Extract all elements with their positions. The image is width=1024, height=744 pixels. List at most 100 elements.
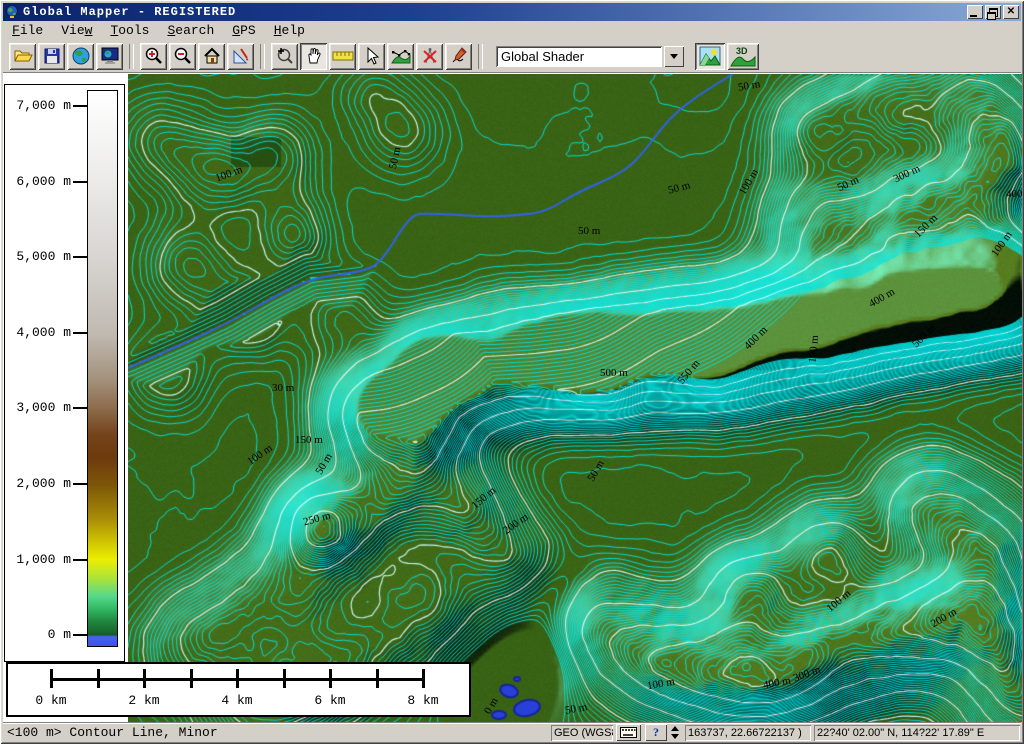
zoom-tool-icon bbox=[275, 46, 295, 66]
close-button[interactable]: ✕ bbox=[1003, 5, 1019, 19]
scalebar-tick bbox=[190, 669, 193, 688]
menu-item-tools[interactable]: Tools bbox=[101, 22, 158, 39]
toolbar: Global Shader 3D bbox=[3, 40, 1021, 73]
keyboard-icon bbox=[620, 727, 637, 738]
shader-dropdown[interactable]: Global Shader bbox=[496, 46, 662, 67]
contour-label: 100 m bbox=[807, 335, 821, 364]
legend-tick-mark bbox=[73, 407, 88, 409]
coordinate-spinner[interactable] bbox=[671, 726, 679, 739]
gps-button[interactable] bbox=[416, 43, 443, 70]
contour-label: 50 m bbox=[578, 225, 600, 237]
elevation-colorbar bbox=[87, 90, 118, 647]
status-bar: <100 m> Contour Line, Minor GEO (WGS84 ?… bbox=[3, 722, 1021, 742]
status-projection: GEO (WGS84 bbox=[551, 725, 613, 741]
menu-item-gps[interactable]: GPS bbox=[223, 22, 264, 39]
scalebar-label: 8 km bbox=[393, 693, 453, 708]
floppy-icon bbox=[43, 47, 61, 65]
pan-hand-icon bbox=[304, 46, 324, 66]
gps-antenna-x-icon bbox=[420, 46, 440, 66]
legend-tick-mark bbox=[73, 181, 88, 183]
close-icon: ✕ bbox=[1007, 7, 1015, 17]
setsquare-pencil-icon bbox=[231, 46, 251, 66]
legend-tick-label: 7,000 m bbox=[7, 98, 71, 113]
contour-label: 500 m bbox=[600, 367, 628, 379]
scalebar-tick bbox=[143, 669, 146, 688]
help-button[interactable]: ? bbox=[645, 724, 667, 741]
measure-draw-button[interactable] bbox=[227, 43, 254, 70]
status-latlon: 22?40' 02.00" N, 114?22' 17.89" E bbox=[814, 725, 1020, 741]
scalebar-tick bbox=[50, 669, 53, 688]
menu-item-help[interactable]: Help bbox=[265, 22, 314, 39]
terrain-canvas[interactable] bbox=[128, 74, 1022, 722]
scalebar-label: 0 km bbox=[21, 693, 81, 708]
world-button[interactable] bbox=[67, 43, 94, 70]
toolbar-separator bbox=[478, 44, 483, 69]
save-button[interactable] bbox=[38, 43, 65, 70]
contour-label: 150 m bbox=[295, 434, 323, 446]
help-icon: ? bbox=[653, 725, 659, 740]
legend-tick-label: 5,000 m bbox=[7, 249, 71, 264]
toolbar-separator bbox=[129, 44, 134, 69]
scalebar-tick bbox=[329, 669, 332, 688]
legend-tick-label: 2,000 m bbox=[7, 476, 71, 491]
keyboard-button[interactable] bbox=[616, 724, 641, 741]
menu-item-file[interactable]: File bbox=[3, 22, 52, 39]
scalebar-tick bbox=[422, 669, 425, 688]
zoom-out-icon bbox=[173, 46, 193, 66]
spin-up-icon bbox=[671, 726, 679, 731]
elevation-legend: 7,000 m6,000 m5,000 m4,000 m3,000 m2,000… bbox=[4, 84, 125, 662]
scalebar-label: 2 km bbox=[114, 693, 174, 708]
legend-tick-label: 1,000 m bbox=[7, 552, 71, 567]
pointer-tool-button[interactable] bbox=[358, 43, 385, 70]
measure-tool-button[interactable] bbox=[329, 43, 356, 70]
status-coordinates: 163737, 22.66722137 ) bbox=[685, 725, 811, 741]
legend-tick-label: 4,000 m bbox=[7, 325, 71, 340]
legend-tick-mark bbox=[73, 559, 88, 561]
minimize-button[interactable] bbox=[967, 5, 983, 19]
3d-view-button[interactable]: 3D bbox=[727, 43, 759, 70]
restore-button[interactable] bbox=[985, 5, 1001, 19]
image-display-icon bbox=[699, 46, 721, 66]
3d-view-icon: 3D bbox=[730, 45, 756, 67]
scalebar-tick bbox=[236, 669, 239, 688]
scalebar-tick bbox=[97, 669, 100, 688]
map-view[interactable]: 100 m50 m50 m50 m50 m100 m30 m100 m150 m… bbox=[128, 74, 1022, 722]
digitizer-pencil-icon bbox=[449, 46, 469, 66]
path-profile-icon bbox=[391, 46, 411, 66]
legend-tick-mark bbox=[73, 105, 88, 107]
toolbar-separator bbox=[260, 44, 265, 69]
legend-tick-label: 3,000 m bbox=[7, 400, 71, 415]
arrow-cursor-icon bbox=[363, 46, 381, 66]
zoom-in-button[interactable] bbox=[140, 43, 167, 70]
shader-dropdown-button[interactable] bbox=[664, 46, 684, 67]
svg-text:3D: 3D bbox=[736, 46, 748, 56]
zoom-in-icon bbox=[144, 46, 164, 66]
legend-tick-label: 0 m bbox=[7, 627, 71, 642]
chevron-down-icon bbox=[670, 54, 678, 59]
scalebar-tick bbox=[376, 669, 379, 688]
spin-down-icon bbox=[671, 734, 679, 739]
global-mapper-window: Global Mapper - REGISTERED ✕ FileViewToo… bbox=[0, 0, 1024, 744]
minimize-icon bbox=[970, 15, 977, 17]
legend-tick-mark bbox=[73, 483, 88, 485]
open-button[interactable] bbox=[9, 43, 36, 70]
digitizer-button[interactable] bbox=[445, 43, 472, 70]
full-view-button[interactable] bbox=[198, 43, 225, 70]
legend-tick-mark bbox=[73, 256, 88, 258]
globe-icon bbox=[71, 46, 91, 66]
home-icon bbox=[202, 46, 222, 66]
title-bar[interactable]: Global Mapper - REGISTERED ✕ bbox=[3, 3, 1021, 21]
capture-button[interactable] bbox=[96, 43, 123, 70]
path-profile-button[interactable] bbox=[387, 43, 414, 70]
legend-tick-mark bbox=[73, 634, 88, 636]
window-title: Global Mapper - REGISTERED bbox=[23, 5, 965, 19]
image-options-button[interactable] bbox=[695, 43, 725, 70]
zoom-out-button[interactable] bbox=[169, 43, 196, 70]
pan-tool-button[interactable] bbox=[300, 43, 327, 70]
ruler-icon bbox=[332, 48, 354, 64]
menu-item-search[interactable]: Search bbox=[158, 22, 223, 39]
legend-tick-mark bbox=[73, 332, 88, 334]
zoom-tool-button[interactable] bbox=[271, 43, 298, 70]
scalebar-label: 4 km bbox=[207, 693, 267, 708]
menu-item-view[interactable]: View bbox=[52, 22, 101, 39]
